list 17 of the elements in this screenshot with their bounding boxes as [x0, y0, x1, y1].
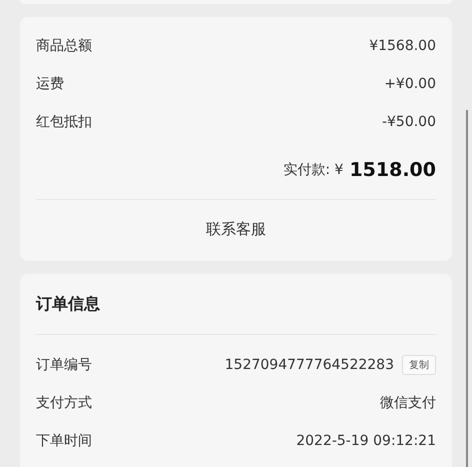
contact-service-button[interactable]: 联系客服 [186, 210, 286, 249]
price-value: ¥1568.00 [369, 38, 436, 54]
price-label: 红包抵扣 [36, 113, 92, 131]
price-value: +¥0.00 [384, 76, 436, 92]
total-label: 实付款: ¥ [283, 161, 344, 179]
info-value: 2022-5-19 09:12:21 [296, 433, 436, 449]
total-amount: 1518.00 [349, 159, 436, 181]
info-value: 微信支付 [380, 394, 436, 412]
copy-button[interactable]: 复制 [402, 355, 436, 375]
info-label: 订单编号 [36, 356, 92, 374]
price-label: 商品总额 [36, 37, 92, 55]
price-value: -¥50.00 [382, 114, 436, 130]
info-value: 1527094777764522283 [224, 357, 394, 373]
price-label: 运费 [36, 75, 64, 93]
info-label: 支付方式 [36, 394, 92, 412]
section-title: 订单信息 [36, 292, 101, 314]
info-label: 下单时间 [36, 432, 92, 450]
